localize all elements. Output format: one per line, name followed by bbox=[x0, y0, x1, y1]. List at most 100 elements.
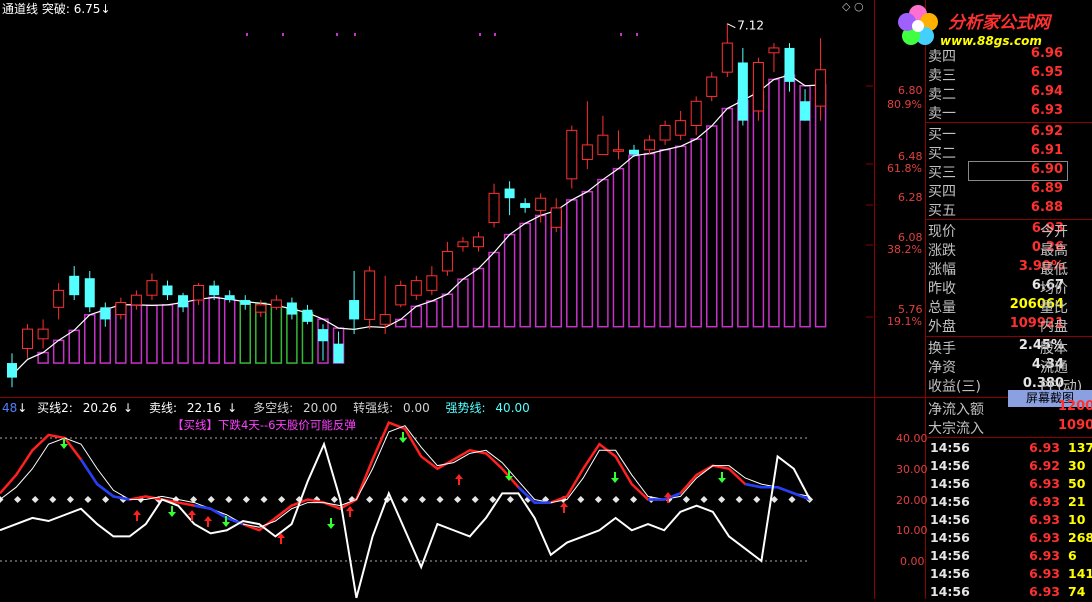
candle-body-down bbox=[224, 295, 235, 301]
sell-arrow-down-icon bbox=[718, 472, 726, 483]
price-axis-label: 80.9% bbox=[887, 98, 922, 111]
channel-bar bbox=[488, 251, 500, 328]
quote-row: 现价 6.93 今开 bbox=[928, 221, 1068, 240]
quote-row: 外盘 109921 内盘 bbox=[928, 316, 1068, 335]
longshort-dot bbox=[207, 495, 215, 504]
tick-row: 14:56 6.93 268 bbox=[930, 530, 1092, 545]
signal-dot bbox=[246, 33, 248, 36]
longshort-dot bbox=[506, 495, 514, 504]
signal-dot bbox=[354, 33, 356, 36]
buy-line-down-segment bbox=[648, 492, 681, 501]
tick-row: 14:56 6.93 141 bbox=[930, 566, 1092, 581]
candle-body-up bbox=[644, 139, 656, 151]
candle-body-up bbox=[473, 236, 484, 248]
candle-body-down bbox=[520, 203, 531, 208]
longshort-dot bbox=[612, 495, 620, 504]
candle-body-up bbox=[721, 42, 733, 73]
candle-body-down bbox=[302, 309, 313, 322]
candle-body-up bbox=[550, 207, 562, 228]
quote-row: 涨幅 3.90% 最低 bbox=[928, 259, 1068, 278]
logo-title: 分析家公式网 bbox=[948, 13, 1050, 33]
tick-row: 14:56 6.93 21 bbox=[930, 494, 1086, 509]
candle-body-down bbox=[178, 295, 189, 308]
price-axis-label: 38.2% bbox=[887, 243, 922, 256]
channel-bar bbox=[161, 304, 174, 364]
indicator-chart[interactable] bbox=[0, 398, 873, 599]
candle-body-down bbox=[240, 300, 251, 305]
flow-row: 大宗流入 1090 bbox=[928, 418, 1092, 437]
longshort-dot bbox=[330, 495, 338, 504]
price-axis-label: 6.28 bbox=[898, 191, 923, 204]
ask-row: 卖三 6.95 bbox=[928, 65, 1063, 84]
flow-row: 净流入额 1200 bbox=[928, 399, 1092, 418]
longshort-dot bbox=[454, 495, 462, 504]
candle-body-up bbox=[659, 125, 671, 141]
channel-bar bbox=[503, 233, 516, 328]
longshort-dot bbox=[366, 495, 374, 504]
longshort-dot bbox=[418, 495, 426, 504]
signal-dot bbox=[494, 33, 496, 36]
longshort-dot bbox=[471, 495, 479, 504]
quote-panel-divider bbox=[925, 0, 926, 599]
orderbook-divider bbox=[926, 219, 1092, 220]
diamond-icon[interactable]: ◇ bbox=[842, 0, 850, 13]
channel-bar bbox=[597, 178, 609, 328]
channel-bar bbox=[799, 85, 811, 328]
longshort-dot bbox=[14, 495, 22, 504]
channel-bar bbox=[130, 304, 143, 364]
candle-body-up bbox=[566, 129, 578, 180]
quote-divider bbox=[926, 336, 1092, 337]
channel-bar bbox=[208, 296, 220, 364]
tick-row: 14:56 6.93 10 bbox=[930, 512, 1086, 527]
candle-body-up bbox=[146, 280, 158, 296]
tick-row: 14:56 6.93 50 bbox=[930, 476, 1086, 491]
bid-row[interactable]: 买三 6.90 bbox=[928, 162, 1092, 181]
candle-body-down bbox=[286, 302, 297, 315]
candle-body-up bbox=[130, 294, 142, 306]
candle-body-up bbox=[581, 144, 593, 160]
channel-bar bbox=[426, 300, 438, 328]
high-marker-label: 7.12 bbox=[737, 19, 764, 33]
candle-body-down bbox=[737, 62, 748, 121]
candle-body-up bbox=[675, 120, 687, 136]
longshort-dot bbox=[594, 495, 602, 504]
buy-arrow-up-icon bbox=[133, 510, 141, 521]
bid-row: 买四 6.89 bbox=[928, 181, 1063, 200]
buy-arrow-up-icon bbox=[560, 502, 568, 513]
price-axis-label: 19.1% bbox=[887, 315, 922, 328]
channel-bar bbox=[84, 314, 96, 364]
channel-bar bbox=[192, 298, 205, 364]
indicator-axis-label: 0.00 bbox=[900, 555, 925, 568]
longshort-dot bbox=[84, 495, 92, 504]
channel-bar bbox=[395, 318, 407, 328]
bid-row: 买二 6.91 bbox=[928, 143, 1063, 162]
quote-row: 净资 4.34 流通 bbox=[928, 357, 1068, 376]
circle-icon[interactable]: ○ bbox=[854, 0, 864, 13]
sell-arrow-down-icon bbox=[327, 518, 335, 529]
quote-row: 涨跌 0.26 最高 bbox=[928, 240, 1068, 259]
candle-body-up bbox=[193, 284, 205, 301]
axis-divider bbox=[874, 0, 875, 599]
longshort-dot bbox=[225, 495, 233, 504]
candle-body-up bbox=[441, 251, 453, 272]
candle-body-up bbox=[768, 47, 780, 54]
candle-body-down bbox=[318, 329, 328, 342]
channel-bar bbox=[752, 91, 765, 328]
longshort-dot bbox=[577, 495, 585, 504]
indicator-axis-label: 10.00 bbox=[896, 524, 928, 537]
candle-body-up bbox=[815, 69, 827, 107]
channel-bar bbox=[223, 298, 236, 364]
channel-bar bbox=[628, 154, 640, 328]
candle-body-down bbox=[209, 285, 220, 296]
candle-body-up bbox=[488, 192, 500, 223]
quote-row: 总量 206064 量比 bbox=[928, 297, 1068, 316]
longshort-dot bbox=[630, 495, 638, 504]
candle-body-down bbox=[7, 363, 17, 378]
tick-row: 14:56 6.93 137 bbox=[930, 440, 1092, 455]
candle-body-up bbox=[690, 100, 702, 127]
candle-body-up bbox=[410, 280, 422, 296]
channel-bar bbox=[674, 145, 687, 328]
quote-row: 昨收 6.67 均价 bbox=[928, 278, 1068, 297]
candlestick-chart[interactable]: 7.12 bbox=[0, 14, 873, 397]
channel-bar bbox=[457, 278, 469, 328]
